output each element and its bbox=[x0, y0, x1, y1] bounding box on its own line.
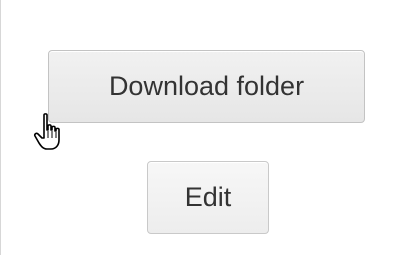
download-folder-button[interactable]: Download folder bbox=[48, 50, 365, 123]
edit-button[interactable]: Edit bbox=[147, 161, 269, 234]
pointer-hand-icon bbox=[33, 113, 60, 150]
panel-left-border bbox=[0, 0, 1, 255]
download-folder-button-label: Download folder bbox=[108, 71, 305, 101]
canvas: Download folder Edit bbox=[0, 0, 397, 255]
edit-button-label: Edit bbox=[184, 182, 232, 212]
